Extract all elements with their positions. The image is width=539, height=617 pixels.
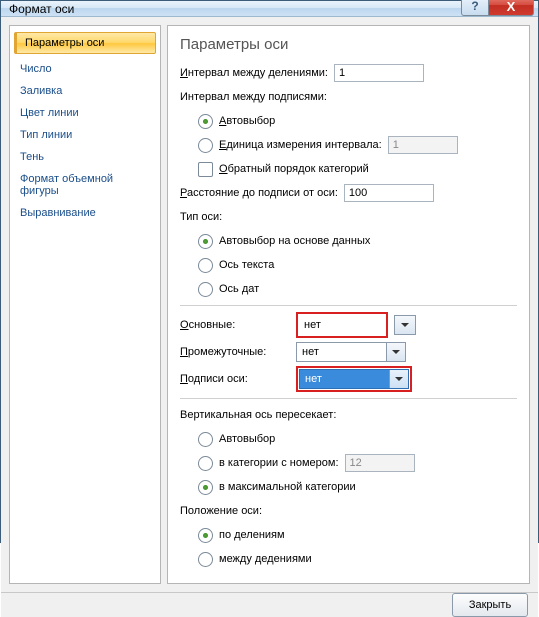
radio-vaxis-cat[interactable] (198, 456, 213, 471)
label-axistype-auto: Автовыбор на основе данных (219, 235, 370, 247)
input-interval-unit (388, 136, 458, 154)
row-pos-bydiv: по делениям (198, 525, 517, 545)
combo-major-arrow[interactable] (394, 315, 416, 335)
sidebar-item-axis-params[interactable]: Параметры оси (14, 32, 156, 54)
row-vaxis-label: Вертикальная ось пересекает: (180, 405, 517, 425)
radio-interval-auto[interactable] (198, 114, 213, 129)
radio-vaxis-max[interactable] (198, 480, 213, 495)
input-vaxis-cat (345, 454, 415, 472)
combo-labels[interactable]: нет (299, 369, 409, 389)
sidebar-item-number[interactable]: Число (10, 58, 160, 80)
label-vaxis-auto: Автовыбор (219, 433, 275, 445)
label-reverse: Обратный порядок категорий (219, 163, 369, 175)
row-ticks-labels: Подписи оси: нет (180, 366, 517, 392)
row-distance: Расстояние до подписи от оси: (180, 183, 517, 203)
row-axistype-date: Ось дат (198, 279, 517, 299)
row-interval-div: Интервал между делениями: (180, 63, 517, 83)
row-ticks-major: Основные: нет (180, 312, 517, 338)
sidebar-item-3d-format[interactable]: Формат объемной фигуры (10, 168, 160, 202)
help-button[interactable]: ? (461, 0, 488, 16)
label-axistype: Тип оси: (180, 211, 222, 223)
label-vaxis: Вертикальная ось пересекает: (180, 409, 336, 421)
label-pos-between: между дедениями (219, 553, 312, 565)
label-interval-auto: Автовыбор (219, 115, 275, 127)
close-button[interactable]: Закрыть (452, 593, 528, 617)
radio-pos-between[interactable] (198, 552, 213, 567)
check-reverse[interactable] (198, 162, 213, 177)
row-interval-sig-label: Интервал между подписями: (180, 87, 517, 107)
panel-heading: Параметры оси (180, 36, 517, 53)
label-pos: Положение оси: (180, 505, 262, 517)
row-vaxis-cat: в категории с номером: (198, 453, 517, 473)
combo-minor[interactable]: нет (296, 342, 406, 362)
sidebar: Параметры оси Число Заливка Цвет линии Т… (9, 25, 161, 584)
combo-labels-value: нет (300, 373, 389, 385)
row-vaxis-auto: Автовыбор (198, 429, 517, 449)
chevron-down-icon (389, 370, 408, 388)
window-close-button[interactable]: X (488, 0, 534, 16)
input-distance[interactable] (344, 184, 434, 202)
radio-vaxis-auto[interactable] (198, 432, 213, 447)
sidebar-item-shadow[interactable]: Тень (10, 146, 160, 168)
combo-major-value: нет (299, 319, 385, 331)
radio-axistype-auto[interactable] (198, 234, 213, 249)
combo-minor-value: нет (297, 346, 386, 358)
row-interval-sig-auto: Автовыбор (198, 111, 517, 131)
separator (180, 398, 517, 399)
row-ticks-minor: Промежуточные: нет (180, 342, 517, 362)
label-interval-div: Интервал между делениями: (180, 67, 328, 79)
row-axistype-label: Тип оси: (180, 207, 517, 227)
row-reverse: Обратный порядок категорий (198, 159, 517, 179)
label-vaxis-max: в максимальной категории (219, 481, 356, 493)
row-pos-label: Положение оси: (180, 501, 517, 521)
separator (180, 305, 517, 306)
row-axistype-text: Ось текста (198, 255, 517, 275)
label-ticks-minor: Промежуточные: (180, 346, 290, 358)
label-interval-sig: Интервал между подписями: (180, 91, 327, 103)
radio-pos-bydiv[interactable] (198, 528, 213, 543)
sidebar-item-alignment[interactable]: Выравнивание (10, 202, 160, 224)
radio-axistype-text[interactable] (198, 258, 213, 273)
highlight-major-value: нет (296, 312, 388, 338)
dialog-footer: Закрыть (1, 592, 538, 617)
row-interval-unit: Единица измерения интервала: (198, 135, 517, 155)
label-ticks-labels: Подписи оси: (180, 373, 290, 385)
label-vaxis-cat: в категории с номером: (219, 457, 339, 469)
radio-interval-unit[interactable] (198, 138, 213, 153)
label-pos-bydiv: по делениям (219, 529, 285, 541)
main-panel: Параметры оси Интервал между делениями: … (167, 25, 530, 584)
highlight-labels-combo: нет (296, 366, 412, 392)
sidebar-item-fill[interactable]: Заливка (10, 80, 160, 102)
window-title: Формат оси (9, 2, 74, 16)
chevron-down-icon (386, 343, 405, 361)
titlebar: Формат оси ? X (1, 1, 538, 17)
label-axistype-text: Ось текста (219, 259, 274, 271)
label-ticks-major: Основные: (180, 319, 290, 331)
row-axistype-auto: Автовыбор на основе данных (198, 231, 517, 251)
label-axistype-date: Ось дат (219, 283, 259, 295)
row-pos-between: между дедениями (198, 549, 517, 569)
dialog-body: Параметры оси Число Заливка Цвет линии Т… (1, 17, 538, 592)
chevron-down-icon (395, 316, 415, 334)
label-interval-unit: Единица измерения интервала: (219, 139, 382, 151)
sidebar-item-line-type[interactable]: Тип линии (10, 124, 160, 146)
label-distance: Расстояние до подписи от оси: (180, 187, 338, 199)
dialog-window: Формат оси ? X Параметры оси Число Залив… (0, 0, 539, 543)
row-vaxis-max: в максимальной категории (198, 477, 517, 497)
sidebar-item-line-color[interactable]: Цвет линии (10, 102, 160, 124)
input-interval-div[interactable] (334, 64, 424, 82)
radio-axistype-date[interactable] (198, 282, 213, 297)
